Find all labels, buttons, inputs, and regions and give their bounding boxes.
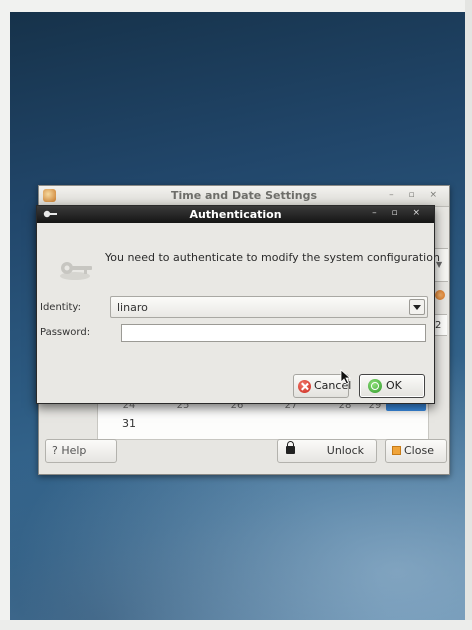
authentication-dialog: Authentication – ▫ × You need to authent… [36,205,440,404]
calendar-day[interactable]: 31 [114,417,144,430]
monitor-bezel [465,0,472,630]
close-icon [392,446,401,455]
chevron-down-icon [413,305,421,310]
close-label: Close [404,444,434,457]
ok-label: OK [386,379,402,392]
mouse-pointer-icon [340,369,352,385]
monitor-screen: Time and Date Settings – ▫ × ▼ 2 24 25 2… [10,12,465,620]
sync-icon [435,290,445,300]
ok-icon [368,379,382,393]
dialog-window-controls[interactable]: – ▫ × [372,208,426,218]
window-titlebar[interactable]: Time and Date Settings – ▫ × [39,186,449,207]
window-controls[interactable]: – ▫ × [389,190,443,200]
identity-label: Identity: [40,302,81,313]
dialog-titlebar[interactable]: Authentication – ▫ × [37,206,434,223]
authentication-key-icon [60,262,92,280]
identity-select[interactable]: linaro [110,296,428,318]
authentication-message: You need to authenticate to modify the s… [105,251,440,264]
lock-icon [286,441,295,454]
unlock-label: Unlock [326,444,364,457]
help-button[interactable]: ? Help [45,439,117,463]
password-label: Password: [40,327,91,338]
window-title: Time and Date Settings [170,189,317,202]
identity-value: linaro [117,301,148,314]
ok-button[interactable]: OK [359,374,425,398]
unlock-button[interactable]: Unlock [277,439,377,463]
password-field[interactable] [121,324,426,342]
monitor-bezel [0,620,472,630]
close-button[interactable]: Close [385,439,447,463]
dropdown-button[interactable] [409,299,425,315]
cancel-icon [298,380,311,393]
